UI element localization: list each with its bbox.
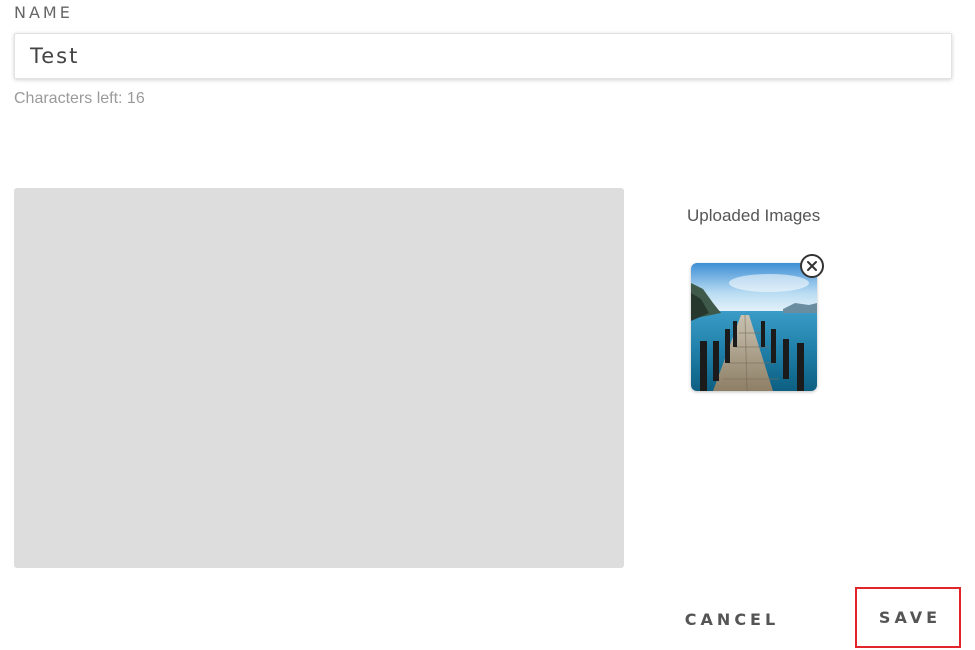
uploaded-image-thumbnail[interactable]	[691, 263, 817, 391]
characters-left-text: Characters left: 16	[14, 90, 145, 107]
image-preview-area[interactable]	[14, 188, 624, 568]
lake-pier-photo	[691, 263, 817, 391]
cancel-button[interactable]: CANCEL	[672, 598, 792, 640]
remove-image-button[interactable]	[800, 254, 824, 278]
edit-form-page: NAME Characters left: 16 Uploaded Images	[0, 0, 975, 650]
uploaded-images-title: Uploaded Images	[687, 206, 821, 225]
close-circle-icon	[807, 261, 817, 271]
name-input[interactable]	[14, 33, 952, 79]
save-button[interactable]: SAVE	[855, 587, 961, 648]
uploaded-image-item	[691, 254, 824, 391]
name-label: NAME	[14, 3, 73, 22]
